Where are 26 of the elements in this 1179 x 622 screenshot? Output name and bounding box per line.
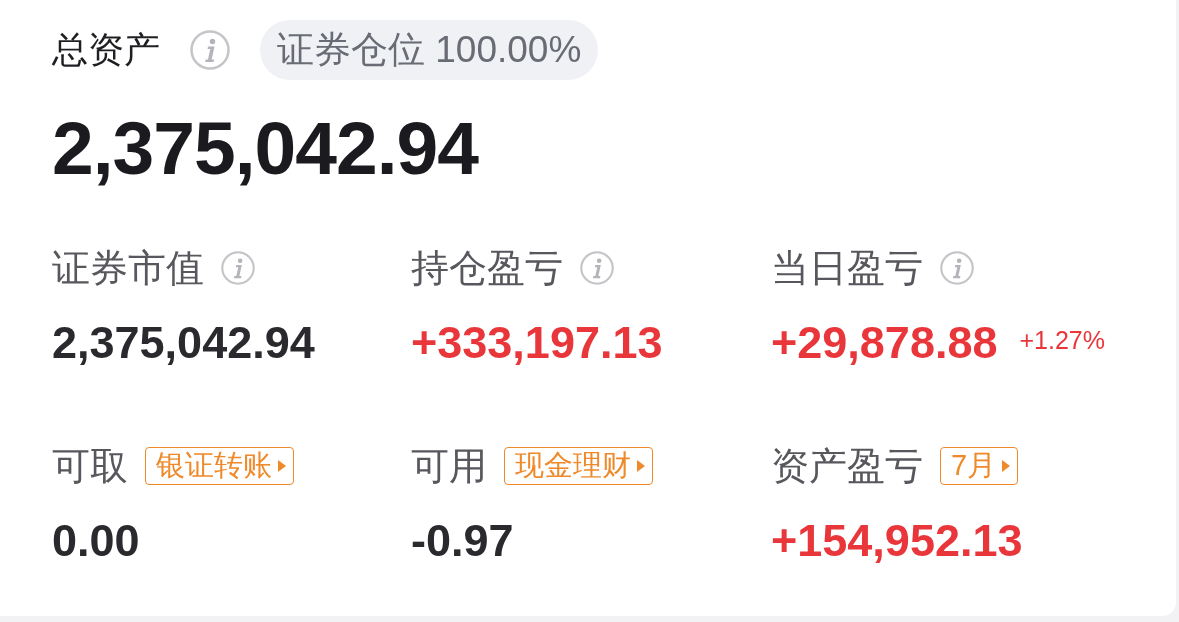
metric-value: +154,952.13 [771,516,1023,566]
info-icon[interactable] [221,251,255,285]
metric-label: 可取 [52,444,128,488]
caret-icon [1002,460,1011,472]
change-percent: +1.27% [1019,325,1105,355]
info-icon[interactable] [580,251,614,285]
link-tag[interactable]: 银证转账 [145,447,294,485]
metric-label: 可用 [411,444,487,488]
metric-label: 资产盈亏 [771,444,923,488]
metric-value: +29,878.88 [771,318,998,368]
link-tag[interactable]: 现金理财 [504,447,653,485]
caret-icon [278,460,286,472]
position-ratio-badge: 证券仓位 100.00% [260,20,599,80]
total-assets-label: 总资产 [52,28,160,72]
link-tag[interactable]: 7月 [940,447,1019,485]
metric-value: -0.97 [411,516,514,566]
metric-value: 0.00 [52,516,140,566]
metric-value: 2,375,042.94 [52,318,315,368]
info-icon[interactable] [190,30,230,70]
info-icon[interactable] [940,251,974,285]
metric-value: +333,197.13 [411,318,663,368]
metric-label: 当日盈亏 [771,246,923,290]
metric-label: 证券市值 [52,246,204,290]
total-assets-value: 2,375,042.94 [52,108,478,188]
metric-label: 持仓盈亏 [411,246,563,290]
caret-icon [637,460,645,472]
